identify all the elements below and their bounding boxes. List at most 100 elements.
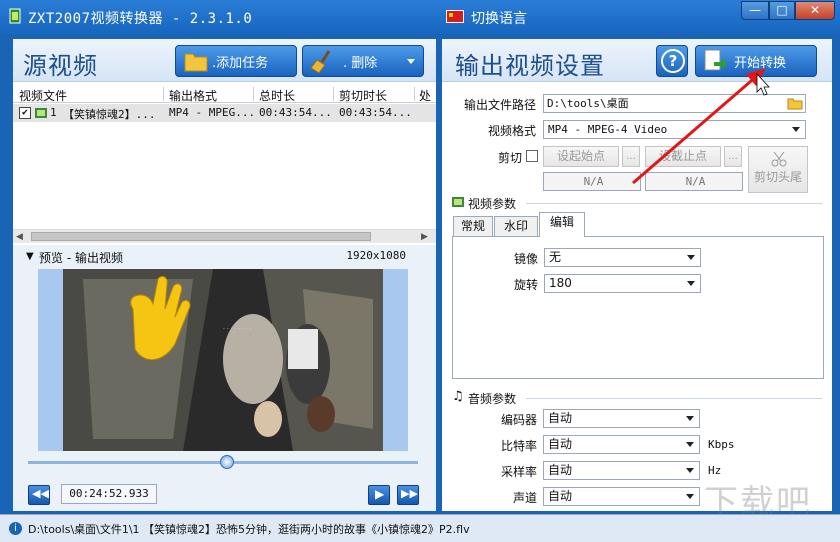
row-file-name: 【笑镇惊魂2】... bbox=[63, 108, 156, 121]
column-total-duration[interactable]: 总时长 bbox=[259, 87, 295, 104]
play-button[interactable]: ▶ bbox=[368, 485, 390, 505]
video-format-value: MP4 - MPEG-4 Video bbox=[548, 123, 668, 136]
output-title: 输出视频设置 bbox=[455, 52, 605, 80]
rotate-value: 180 bbox=[549, 276, 572, 290]
column-process[interactable]: 处 bbox=[419, 87, 431, 104]
add-task-label: .添加任务 bbox=[212, 55, 269, 71]
row-checkbox[interactable]: ✔ bbox=[19, 107, 31, 119]
scissors-icon bbox=[771, 151, 787, 167]
maximize-button[interactable]: □ bbox=[769, 1, 795, 20]
chevron-down-icon bbox=[686, 494, 694, 499]
broom-icon bbox=[310, 50, 331, 74]
bitrate-select[interactable]: 自动 bbox=[543, 435, 700, 454]
delete-button[interactable]: . 删除 bbox=[302, 45, 424, 77]
start-convert-label: 开始转换 bbox=[734, 55, 787, 71]
close-button[interactable]: ✕ bbox=[795, 1, 835, 20]
cut-checkbox[interactable] bbox=[526, 150, 538, 162]
status-text: D:\tools\桌面\文件1\1 【笑镇惊魂2】恐怖5分钟，逛街两小时的故事《… bbox=[28, 523, 470, 536]
rotate-select[interactable]: 180 bbox=[544, 274, 701, 293]
row-index: 1 bbox=[50, 106, 57, 119]
mirror-label: 镜像 bbox=[513, 252, 538, 266]
add-task-button[interactable]: .添加任务 bbox=[175, 45, 297, 77]
start-point-field[interactable]: N/A bbox=[543, 172, 641, 191]
video-frame-border: . . . . . . . . bbox=[38, 269, 408, 451]
column-cut-duration[interactable]: 剪切时长 bbox=[339, 87, 387, 104]
cut-head-tail-button[interactable]: 剪切头尾 bbox=[748, 146, 808, 193]
set-start-button[interactable]: 设起始点 bbox=[543, 146, 619, 167]
music-note-icon: ♫ bbox=[452, 389, 464, 404]
rewind-icon: ◀◀ bbox=[32, 487, 49, 500]
end-more-button[interactable]: ... bbox=[724, 146, 742, 167]
help-icon: ? bbox=[661, 49, 685, 73]
samplerate-value: 自动 bbox=[548, 463, 573, 477]
horizontal-scrollbar[interactable]: ◀ ▶ bbox=[13, 229, 436, 243]
browse-folder-icon[interactable] bbox=[787, 96, 803, 110]
encoder-select[interactable]: 自动 bbox=[543, 409, 700, 428]
play-icon: ▶ bbox=[375, 487, 385, 501]
source-header: 源视频 .添加任务 . 删除 bbox=[13, 39, 436, 82]
china-flag-icon[interactable] bbox=[446, 10, 464, 23]
source-video-panel: 源视频 .添加任务 . 删除 视频文件 输出格式 总时长 剪切时长 处 ✔ 1 … bbox=[13, 39, 436, 511]
app-icon bbox=[9, 8, 21, 24]
time-display: 00:24:52.933 bbox=[61, 484, 157, 504]
channel-value: 自动 bbox=[548, 489, 573, 503]
video-params-title: 视频参数 bbox=[468, 197, 517, 211]
mirror-select[interactable]: 无 bbox=[544, 248, 701, 267]
samplerate-select[interactable]: 自动 bbox=[543, 461, 700, 480]
title-bar: ZXT2007视频转换器 - 2.3.1.0 切换语言 — □ ✕ bbox=[0, 0, 840, 34]
bitrate-value: 自动 bbox=[548, 437, 573, 451]
output-path-field[interactable]: D:\tools\桌面 bbox=[543, 94, 806, 113]
chevron-down-icon bbox=[686, 416, 694, 421]
switch-language-button[interactable]: 切换语言 bbox=[471, 8, 527, 28]
column-output-format[interactable]: 输出格式 bbox=[169, 87, 217, 104]
cut-label: 剪切 bbox=[497, 151, 522, 165]
channel-label: 声道 bbox=[512, 491, 537, 505]
row-total-duration: 00:43:54... bbox=[259, 106, 332, 119]
seek-thumb[interactable] bbox=[219, 455, 234, 469]
scrollbar-thumb[interactable] bbox=[31, 232, 371, 241]
collapse-arrow-icon[interactable]: ▼ bbox=[26, 251, 34, 262]
mirror-value: 无 bbox=[549, 250, 562, 264]
output-header: 输出视频设置 ? 开始转换 bbox=[442, 39, 832, 82]
column-video-file[interactable]: 视频文件 bbox=[19, 87, 67, 104]
chevron-down-icon bbox=[792, 127, 800, 132]
end-point-field[interactable]: N/A bbox=[645, 172, 743, 191]
scroll-left-icon[interactable]: ◀ bbox=[16, 232, 23, 242]
preview-label: 预览 - 输出视频 bbox=[39, 251, 123, 265]
encoder-value: 自动 bbox=[548, 411, 573, 425]
fast-forward-icon: ▶▶ bbox=[401, 487, 418, 500]
info-icon: i bbox=[9, 522, 22, 535]
preview-area: ▼ 预览 - 输出视频 1920x1080 . . . . . . . . ◀◀… bbox=[13, 245, 436, 511]
task-list-header: 视频文件 输出格式 总时长 剪切时长 处 bbox=[13, 85, 436, 103]
video-preview-image: . . . . . . . . bbox=[63, 269, 383, 451]
output-path-label: 输出文件路径 bbox=[463, 98, 536, 112]
tab-edit[interactable]: 编辑 bbox=[539, 212, 585, 237]
channel-select[interactable]: 自动 bbox=[543, 487, 700, 506]
chevron-down-icon[interactable] bbox=[407, 59, 415, 64]
source-title: 源视频 bbox=[23, 52, 98, 80]
samplerate-label: 采样率 bbox=[500, 465, 537, 479]
row-cut-duration: 00:43:54... bbox=[339, 106, 412, 119]
audio-params-title: 音频参数 bbox=[468, 392, 517, 406]
rotate-label: 旋转 bbox=[513, 278, 538, 292]
video-format-select[interactable]: MP4 - MPEG-4 Video bbox=[543, 120, 806, 139]
start-more-button[interactable]: ... bbox=[622, 146, 640, 167]
set-end-button[interactable]: 设截止点 bbox=[645, 146, 721, 167]
help-button[interactable]: ? bbox=[656, 45, 688, 77]
status-bar: i D:\tools\桌面\文件1\1 【笑镇惊魂2】恐怖5分钟，逛街两小时的故… bbox=[0, 514, 840, 542]
fast-forward-button[interactable]: ▶▶ bbox=[397, 485, 419, 505]
minimize-button[interactable]: — bbox=[741, 1, 769, 20]
encoder-label: 编码器 bbox=[500, 413, 537, 427]
delete-label: . 删除 bbox=[343, 55, 378, 71]
svg-text:. . . . . . . .: . . . . . . . . bbox=[223, 324, 252, 331]
table-row[interactable]: ✔ 1 【笑镇惊魂2】... MP4 - MPEG... 00:43:54...… bbox=[13, 104, 436, 122]
tab-general[interactable]: 常规 bbox=[453, 216, 493, 236]
rewind-button[interactable]: ◀◀ bbox=[28, 485, 50, 505]
start-convert-button[interactable]: 开始转换 bbox=[695, 45, 817, 77]
scroll-right-icon[interactable]: ▶ bbox=[421, 232, 428, 242]
video-file-icon bbox=[35, 108, 47, 118]
chevron-down-icon bbox=[686, 468, 694, 473]
tab-watermark[interactable]: 水印 bbox=[494, 216, 538, 236]
video-format-label: 视频格式 bbox=[487, 124, 536, 138]
bitrate-label: 比特率 bbox=[500, 439, 537, 453]
